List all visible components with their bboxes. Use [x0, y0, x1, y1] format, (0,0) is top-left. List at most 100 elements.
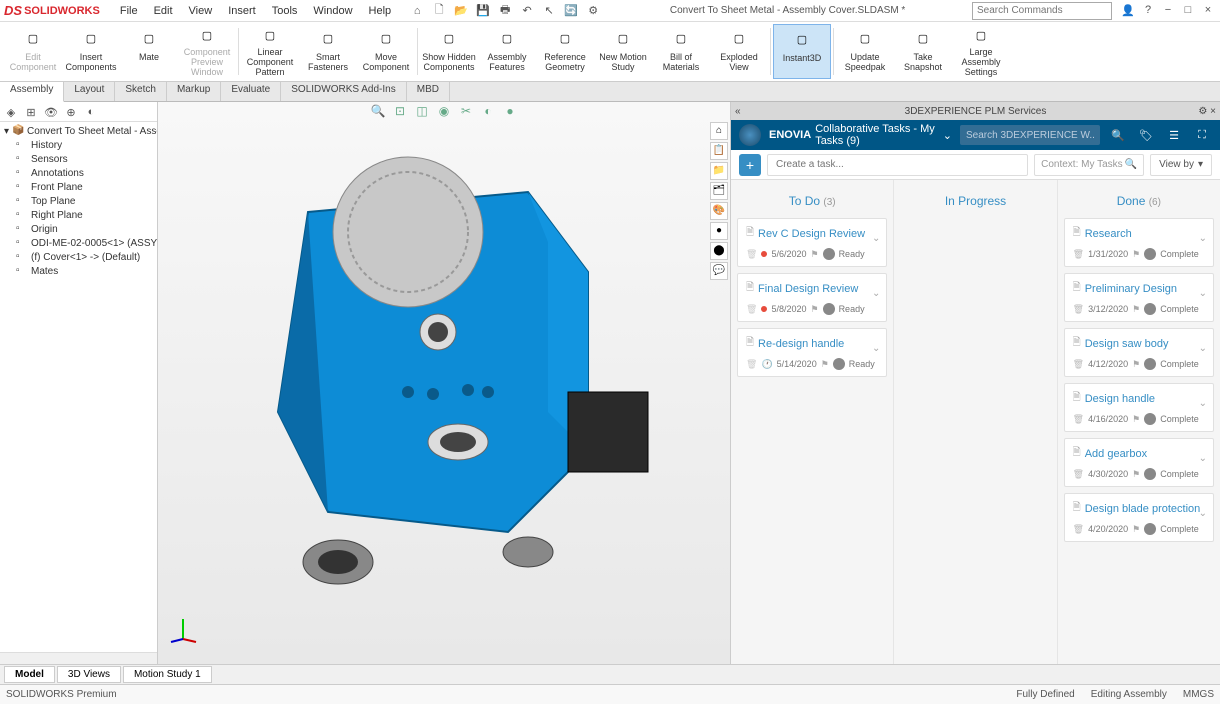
tree-node[interactable]: ▫Front Plane — [2, 180, 155, 194]
chevron-down-icon[interactable]: ⌄ — [872, 288, 880, 299]
ribbon-insert-components[interactable]: ▢Insert Components — [62, 24, 120, 79]
feature-tree[interactable]: ▾📦Convert To Sheet Metal - Assembly Cove… — [0, 122, 157, 652]
chevron-down-icon[interactable]: ⌄ — [943, 129, 952, 142]
bottom-tab-motion-study-1[interactable]: Motion Study 1 — [123, 666, 212, 683]
open-icon[interactable]: 📂 — [451, 2, 471, 20]
tree-node[interactable]: ▫(f) Cover<1> -> (Default) — [2, 250, 155, 264]
undo-icon[interactable]: ↶ — [517, 2, 537, 20]
add-task-button[interactable]: + — [739, 154, 761, 176]
tree-node[interactable]: ▫History — [2, 138, 155, 152]
graphics-viewport[interactable]: 🔍 ⊡ ◫ ◉ ✂ ◐ ● ⌂ 📋 📁 🗂 🎨 ● ⬤ 💬 — [158, 102, 730, 664]
menu-tools[interactable]: Tools — [264, 3, 306, 19]
select-icon[interactable]: ↖ — [539, 2, 559, 20]
search-icon[interactable]: 🔍 — [1108, 125, 1128, 145]
trash-icon[interactable]: 🗑 — [1073, 304, 1084, 315]
tab-solidworks-add-ins[interactable]: SOLIDWORKS Add-Ins — [281, 82, 406, 101]
chevron-down-icon[interactable]: ⌄ — [872, 343, 880, 354]
tree-more-icon[interactable]: ◐ — [82, 104, 100, 120]
tree-filter-icon[interactable]: ◈ — [2, 104, 20, 120]
zoom-area-icon[interactable]: ⊡ — [391, 104, 409, 122]
task-card[interactable]: 🗎Add gearbox⌄🗑4/30/2020⚑Complete — [1064, 438, 1214, 487]
task-card[interactable]: 🗎Research⌄🗑1/31/2020⚑Complete — [1064, 218, 1214, 267]
enovia-search-input[interactable] — [960, 125, 1100, 145]
tree-node[interactable]: ▫Sensors — [2, 152, 155, 166]
bottom-tab-3d-views[interactable]: 3D Views — [57, 666, 121, 683]
tree-scrollbar[interactable] — [0, 652, 157, 664]
chevron-down-icon[interactable]: ⌄ — [1199, 453, 1207, 464]
minimize-icon[interactable]: − — [1160, 4, 1176, 17]
task-card[interactable]: 🗎Re-design handle⌄🗑🕐5/14/2020⚑Ready — [737, 328, 887, 377]
chevron-down-icon[interactable]: ⌄ — [1199, 508, 1207, 519]
tree-node[interactable]: ▫ODI-ME-02-0005<1> (ASSY DWG CO — [2, 236, 155, 250]
task-card[interactable]: 🗎Preliminary Design⌄🗑3/12/2020⚑Complete — [1064, 273, 1214, 322]
trash-icon[interactable]: 🗑 — [746, 304, 757, 315]
menu-window[interactable]: Window — [305, 3, 360, 19]
tree-target-icon[interactable]: ⊕ — [62, 104, 80, 120]
zoom-fit-icon[interactable]: 🔍 — [369, 104, 387, 122]
ribbon-bill-of-materials[interactable]: ▢Bill of Materials — [652, 24, 710, 79]
chevron-down-icon[interactable]: ⌄ — [1199, 233, 1207, 244]
ribbon-smart-fasteners[interactable]: ▢Smart Fasteners — [299, 24, 357, 79]
ribbon-exploded-view[interactable]: ▢Exploded View — [710, 24, 768, 79]
menu-view[interactable]: View — [181, 3, 221, 19]
create-task-input[interactable] — [767, 154, 1028, 176]
appearances-tab-icon[interactable]: ● — [710, 222, 728, 240]
home-tab-icon[interactable]: ⌂ — [710, 122, 728, 140]
gear-icon[interactable]: ⚙ × — [1198, 106, 1216, 117]
status-units[interactable]: MMGS — [1183, 689, 1214, 700]
trash-icon[interactable]: 🗑 — [746, 359, 757, 370]
tab-assembly[interactable]: Assembly — [0, 82, 64, 102]
display-style-icon[interactable]: ◉ — [435, 104, 453, 122]
trash-icon[interactable]: 🗑 — [1073, 359, 1084, 370]
ribbon-update-speedpak[interactable]: ▢Update Speedpak — [836, 24, 894, 79]
user-icon[interactable]: 👤 — [1120, 4, 1136, 17]
ribbon-new-motion-study[interactable]: ▢New Motion Study — [594, 24, 652, 79]
search-commands-input[interactable] — [972, 2, 1112, 20]
tree-node[interactable]: ▫Mates — [2, 264, 155, 278]
save-icon[interactable]: 💾 — [473, 2, 493, 20]
menu-file[interactable]: File — [112, 3, 146, 19]
task-card[interactable]: 🗎Design handle⌄🗑4/16/2020⚑Complete — [1064, 383, 1214, 432]
task-card[interactable]: 🗎Design saw body⌄🗑4/12/2020⚑Complete — [1064, 328, 1214, 377]
explorer-tab-icon[interactable]: 🗂 — [710, 182, 728, 200]
chevron-down-icon[interactable]: ⌄ — [1199, 398, 1207, 409]
chevron-down-icon[interactable]: ⌄ — [1199, 343, 1207, 354]
ribbon-reference-geometry[interactable]: ▢Reference Geometry — [536, 24, 594, 79]
tree-hide-icon[interactable]: 👁 — [42, 104, 60, 120]
context-selector[interactable]: Context: My Tasks🔍 — [1034, 154, 1144, 176]
menu-insert[interactable]: Insert — [220, 3, 264, 19]
forum-tab-icon[interactable]: 💬 — [710, 262, 728, 280]
design-lib-tab-icon[interactable]: 📁 — [710, 162, 728, 180]
close-icon[interactable]: × — [1200, 4, 1216, 17]
scene-icon[interactable]: ◐ — [479, 104, 497, 122]
trash-icon[interactable]: 🗑 — [1073, 414, 1084, 425]
tree-display-icon[interactable]: ⊞ — [22, 104, 40, 120]
tree-node[interactable]: ▫Top Plane — [2, 194, 155, 208]
options-icon[interactable]: ⚙ — [583, 2, 603, 20]
print-icon[interactable]: 🖶 — [495, 2, 515, 20]
home-icon[interactable]: ⌂ — [407, 2, 427, 20]
ribbon-take-snapshot[interactable]: ▢Take Snapshot — [894, 24, 952, 79]
tab-sketch[interactable]: Sketch — [115, 82, 167, 101]
new-icon[interactable]: 🗋 — [429, 2, 449, 20]
menu-icon[interactable]: ☰ — [1164, 125, 1184, 145]
view-by-button[interactable]: View by▾ — [1150, 154, 1212, 176]
tab-markup[interactable]: Markup — [167, 82, 221, 101]
tab-mbd[interactable]: MBD — [407, 82, 450, 101]
ribbon-mate[interactable]: ▢Mate — [120, 24, 178, 79]
tree-node[interactable]: ▫Origin — [2, 222, 155, 236]
view-palette-tab-icon[interactable]: 🎨 — [710, 202, 728, 220]
bottom-tab-model[interactable]: Model — [4, 666, 55, 683]
task-card[interactable]: 🗎Final Design Review⌄🗑5/8/2020⚑Ready — [737, 273, 887, 322]
rebuild-icon[interactable]: 🔄 — [561, 2, 581, 20]
trash-icon[interactable]: 🗑 — [1073, 524, 1084, 535]
maximize-icon[interactable]: □ — [1180, 4, 1196, 17]
tab-evaluate[interactable]: Evaluate — [221, 82, 281, 101]
orientation-triad[interactable] — [168, 614, 198, 644]
trash-icon[interactable]: 🗑 — [746, 249, 757, 260]
ribbon-assembly-features[interactable]: ▢Assembly Features — [478, 24, 536, 79]
trash-icon[interactable]: 🗑 — [1073, 249, 1084, 260]
tab-layout[interactable]: Layout — [64, 82, 115, 101]
ribbon-linear-component-pattern[interactable]: ▢Linear Component Pattern — [241, 24, 299, 79]
ribbon-show-hidden-components[interactable]: ▢Show Hidden Components — [420, 24, 478, 79]
